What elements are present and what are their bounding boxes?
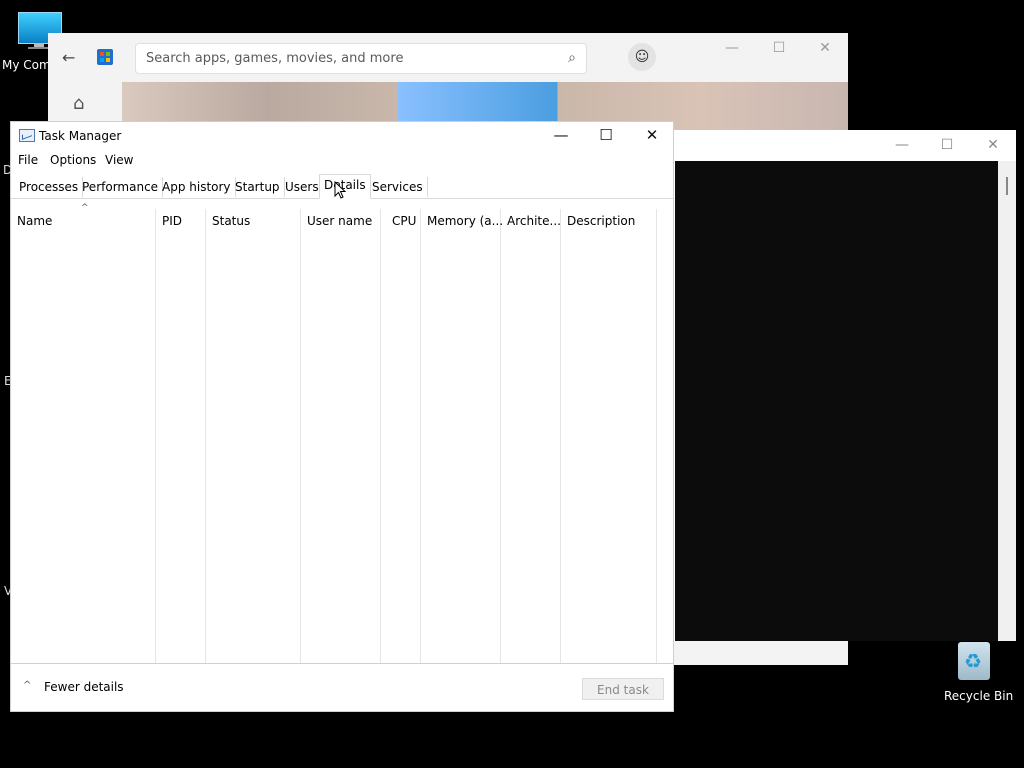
column-header-memory[interactable]: Memory (a... <box>421 209 503 664</box>
store-maximize-button[interactable]: ☐ <box>769 40 789 56</box>
column-header-architecture[interactable]: Archite... <box>501 209 561 664</box>
person-icon[interactable]: ☺ <box>628 43 656 71</box>
console-minimize-button[interactable]: — <box>892 137 912 153</box>
sort-ascending-icon: ^ <box>81 203 89 213</box>
menu-view[interactable]: View <box>105 153 133 167</box>
recycle-bin-label: Recycle Bin <box>944 689 1014 703</box>
tab-users[interactable]: Users <box>281 177 324 197</box>
details-table: ^ Name PID Status User name CPU Memory (… <box>11 203 673 664</box>
menu-options[interactable]: Options <box>50 153 96 167</box>
scrollbar-thumb[interactable] <box>1006 177 1008 195</box>
column-header-user-name[interactable]: User name <box>301 209 381 664</box>
tab-startup[interactable]: Startup <box>231 177 285 197</box>
my-computer-label: My Com <box>2 58 51 72</box>
close-button[interactable]: ✕ <box>637 126 667 144</box>
console-window[interactable] <box>665 130 1016 641</box>
store-logo-icon <box>97 49 113 65</box>
console-scrollbar[interactable] <box>998 161 1016 641</box>
minimize-button[interactable]: — <box>546 126 576 144</box>
column-header-cpu[interactable]: CPU <box>381 209 421 664</box>
console-output-area[interactable] <box>675 161 998 641</box>
window-title: Task Manager <box>39 129 122 143</box>
end-task-button[interactable]: End task <box>582 678 664 700</box>
chevron-up-icon[interactable]: ^ <box>23 680 31 691</box>
store-minimize-button[interactable]: — <box>722 40 742 56</box>
column-header-description[interactable]: Description <box>561 209 657 664</box>
store-close-button[interactable]: ✕ <box>815 40 835 56</box>
task-manager-window[interactable]: Task Manager — ☐ ✕ File Options View Pro… <box>10 121 674 712</box>
column-header-name[interactable]: ^ Name <box>11 203 156 664</box>
monitor-base <box>28 47 50 49</box>
tab-app-history[interactable]: App history <box>158 177 236 197</box>
column-header-pid[interactable]: PID <box>156 209 206 664</box>
search-icon[interactable]: ⌕ <box>568 50 576 66</box>
tab-performance[interactable]: Performance <box>78 177 164 197</box>
maximize-button[interactable]: ☐ <box>591 126 621 144</box>
tab-services[interactable]: Services <box>368 177 428 197</box>
fewer-details-button[interactable]: Fewer details <box>44 680 124 694</box>
footer-bar: ^ Fewer details End task <box>11 663 673 712</box>
store-search-box[interactable]: Search apps, games, movies, and more ⌕ <box>135 43 587 74</box>
home-icon[interactable]: ⌂ <box>73 93 84 114</box>
column-header-status[interactable]: Status <box>206 209 301 664</box>
menu-file[interactable]: File <box>18 153 38 167</box>
store-search-input[interactable]: Search apps, games, movies, and more <box>146 51 403 66</box>
back-arrow-icon[interactable]: ← <box>62 48 82 68</box>
tab-processes[interactable]: Processes <box>15 177 84 197</box>
console-maximize-button[interactable]: ☐ <box>937 137 957 153</box>
console-close-button[interactable]: ✕ <box>983 137 1003 153</box>
recycle-bin-icon[interactable] <box>958 642 990 680</box>
task-manager-icon <box>19 129 35 142</box>
mouse-cursor-icon <box>334 181 347 199</box>
